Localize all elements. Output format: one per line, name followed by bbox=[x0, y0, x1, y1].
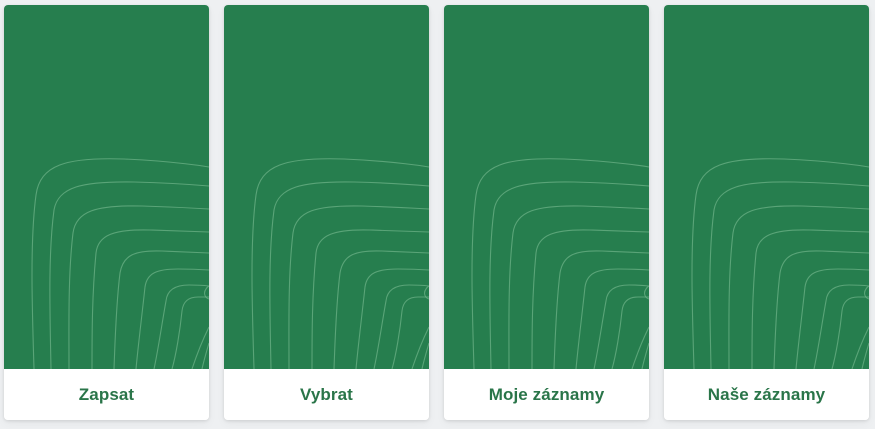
card-grid: Zapsat Vybrat Moje záznamy Naše záznamy bbox=[0, 0, 875, 429]
card-nase-zaznamy[interactable]: Naše záznamy bbox=[664, 5, 869, 420]
card-art bbox=[4, 5, 209, 369]
card-footer[interactable]: Naše záznamy bbox=[664, 369, 869, 420]
contour-pattern-icon bbox=[251, 158, 429, 369]
card-zapsat[interactable]: Zapsat bbox=[4, 5, 209, 420]
card-label: Vybrat bbox=[300, 384, 353, 404]
contour-pattern-icon bbox=[691, 158, 869, 369]
card-art bbox=[224, 5, 429, 369]
card-label: Moje záznamy bbox=[488, 384, 605, 404]
contour-pattern-icon bbox=[471, 158, 649, 369]
card-footer[interactable]: Moje záznamy bbox=[444, 369, 649, 420]
card-label: Zapsat bbox=[78, 384, 135, 404]
card-moje-zaznamy[interactable]: Moje záznamy bbox=[444, 5, 649, 420]
card-footer[interactable]: Zapsat bbox=[4, 369, 209, 420]
card-footer[interactable]: Vybrat bbox=[224, 369, 429, 420]
card-vybrat[interactable]: Vybrat bbox=[224, 5, 429, 420]
contour-pattern-icon bbox=[31, 158, 209, 369]
card-art bbox=[664, 5, 869, 369]
card-art bbox=[444, 5, 649, 369]
card-label: Naše záznamy bbox=[707, 384, 826, 404]
